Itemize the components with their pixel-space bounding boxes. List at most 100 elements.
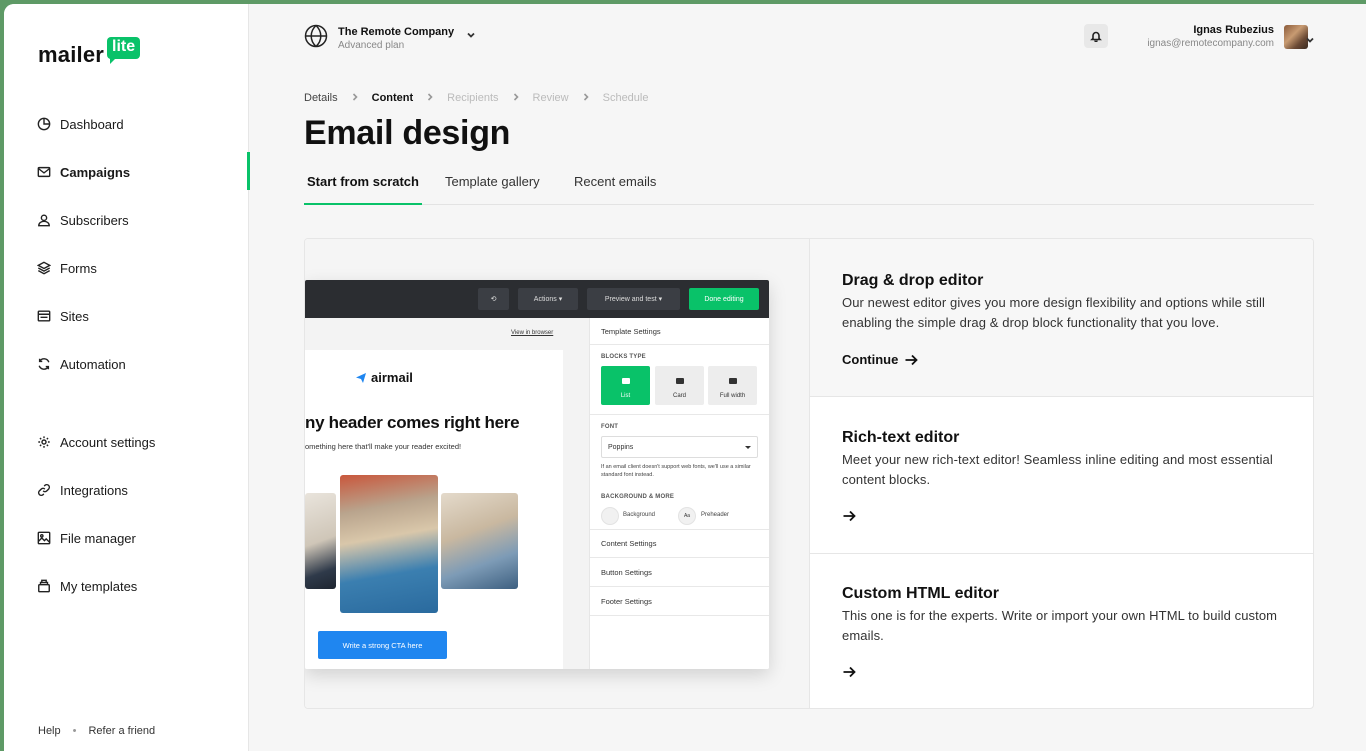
sidebar-item-integrations[interactable]: Integrations bbox=[4, 475, 249, 505]
mock-block-list-label: List bbox=[620, 393, 631, 399]
mock-view-in-browser: View in browser bbox=[511, 330, 554, 336]
mock-canvas: View in browser airmail ny header comes … bbox=[305, 318, 589, 669]
option-rich-text-editor[interactable]: Rich-text editor Meet your new rich-text… bbox=[810, 396, 1313, 553]
page-title: Email design bbox=[304, 114, 511, 152]
notifications-button[interactable] bbox=[1084, 24, 1108, 48]
globe-icon bbox=[304, 24, 328, 53]
user-email: ignas@remotecompany.com bbox=[1147, 38, 1274, 49]
chevron-down-icon bbox=[466, 27, 476, 45]
option-description: Meet your new rich-text editor! Seamless… bbox=[842, 452, 1273, 487]
breadcrumb-recipients: Recipients bbox=[447, 92, 499, 104]
custom-html-arrow-button[interactable] bbox=[842, 665, 856, 679]
paper-plane-icon bbox=[356, 372, 366, 383]
mock-photo-center bbox=[340, 475, 438, 613]
mock-preview-button: Preview and test ▾ bbox=[587, 288, 680, 310]
mock-actions-label: Actions bbox=[533, 295, 557, 303]
sidebar-item-label: Account settings bbox=[60, 434, 156, 450]
app-window: mailer lite Dashboard Campaigns Subscrib… bbox=[4, 4, 1366, 751]
option-title: Rich-text editor bbox=[842, 429, 960, 446]
user-menu[interactable]: Ignas Rubezius ignas@remotecompany.com bbox=[1147, 24, 1308, 49]
option-custom-html-editor[interactable]: Custom HTML editor This one is for the e… bbox=[810, 553, 1313, 708]
account-switcher[interactable]: The Remote Company Advanced plan bbox=[304, 24, 476, 53]
mock-toolbar: ⟲ Actions ▾ Preview and test ▾ Done edit… bbox=[305, 280, 769, 318]
tab-recent-emails[interactable]: Recent emails bbox=[574, 170, 656, 205]
org-name: The Remote Company bbox=[338, 26, 455, 38]
user-icon bbox=[37, 213, 51, 227]
option-description: Our newest editor gives you more design … bbox=[842, 295, 1265, 330]
sidebar-item-subscribers[interactable]: Subscribers bbox=[4, 205, 249, 235]
mock-font-label: FONT bbox=[601, 424, 619, 430]
option-description: This one is for the experts. Write or im… bbox=[842, 608, 1278, 643]
mock-block-list: List bbox=[601, 366, 650, 405]
link-icon bbox=[37, 483, 51, 497]
mock-template-settings: Template Settings bbox=[590, 318, 769, 345]
refer-a-friend-link[interactable]: Refer a friend bbox=[88, 725, 155, 737]
sidebar-item-my-templates[interactable]: My templates bbox=[4, 571, 249, 601]
mock-content-settings: Content Settings bbox=[590, 529, 769, 558]
sidebar-item-forms[interactable]: Forms bbox=[4, 253, 249, 283]
mock-email-subtext: omething here that'll make your reader e… bbox=[305, 442, 462, 451]
arrow-right-icon bbox=[905, 354, 919, 365]
breadcrumb-schedule: Schedule bbox=[602, 92, 649, 104]
breadcrumb-details[interactable]: Details bbox=[304, 92, 338, 104]
design-tabs: Start from scratch Template gallery Rece… bbox=[304, 170, 1314, 205]
layers-icon bbox=[37, 261, 51, 275]
help-link[interactable]: Help bbox=[38, 725, 61, 737]
rich-text-arrow-button[interactable] bbox=[842, 509, 856, 523]
bell-icon bbox=[1090, 30, 1102, 42]
mock-preview-label: Preview and test bbox=[604, 295, 657, 303]
mail-icon bbox=[37, 165, 51, 179]
mock-preheader-swatch: Aa bbox=[678, 507, 696, 525]
tab-template-gallery[interactable]: Template gallery bbox=[445, 170, 540, 205]
option-drag-drop-editor[interactable]: Drag & drop editor Our newest editor giv… bbox=[810, 239, 1313, 396]
mock-block-card-label: Card bbox=[672, 393, 686, 399]
option-title: Drag & drop editor bbox=[842, 272, 984, 289]
sidebar-item-dashboard[interactable]: Dashboard bbox=[4, 109, 249, 139]
mock-brand: airmail bbox=[355, 370, 413, 385]
sidebar-item-label: Forms bbox=[60, 260, 97, 276]
chevron-right-icon bbox=[351, 92, 359, 104]
sidebar-footer: Help • Refer a friend bbox=[38, 725, 155, 737]
mock-block-full-width-label: Full width bbox=[719, 393, 746, 399]
breadcrumb-content: Content bbox=[371, 92, 414, 104]
editor-choice-panel: ⟲ Actions ▾ Preview and test ▾ Done edit… bbox=[304, 238, 1314, 709]
mock-background-label: BACKGROUND & MORE bbox=[601, 494, 675, 500]
editor-mockup: ⟲ Actions ▾ Preview and test ▾ Done edit… bbox=[305, 280, 769, 669]
mock-font-select: Poppins bbox=[601, 436, 758, 458]
chevron-right-icon bbox=[426, 92, 434, 104]
mock-background-text: Background bbox=[623, 512, 656, 518]
user-name: Ignas Rubezius bbox=[1193, 24, 1274, 36]
chevron-right-icon bbox=[582, 92, 590, 104]
mock-email-body: airmail ny header comes right here ometh… bbox=[305, 350, 563, 669]
mailerlite-logo[interactable]: mailer lite bbox=[38, 37, 141, 68]
sidebar-item-account-settings[interactable]: Account settings bbox=[4, 427, 249, 457]
image-icon bbox=[37, 531, 51, 545]
mock-brand-label: airmail bbox=[371, 370, 413, 385]
logo-word: mailer bbox=[38, 42, 105, 67]
undo-icon: ⟲ bbox=[478, 288, 509, 310]
continue-label: Continue bbox=[842, 352, 899, 367]
tab-start-from-scratch[interactable]: Start from scratch bbox=[304, 170, 422, 205]
sidebar-item-label: Integrations bbox=[60, 482, 128, 498]
sidebar-item-file-manager[interactable]: File manager bbox=[4, 523, 249, 553]
sidebar-item-label: Dashboard bbox=[60, 116, 124, 132]
mock-preheader-text: Preheader bbox=[701, 512, 730, 518]
sidebar-item-automation[interactable]: Automation bbox=[4, 349, 249, 379]
mock-done-button: Done editing bbox=[689, 288, 759, 310]
sidebar-item-sites[interactable]: Sites bbox=[4, 301, 249, 331]
user-menu-chevron-down-icon[interactable] bbox=[1305, 32, 1315, 50]
browser-icon bbox=[37, 309, 51, 323]
editor-preview: ⟲ Actions ▾ Preview and test ▾ Done edit… bbox=[305, 239, 810, 708]
sidebar-item-label: Subscribers bbox=[60, 212, 129, 228]
mock-email-heading: ny header comes right here bbox=[305, 413, 520, 432]
editor-options: Drag & drop editor Our newest editor giv… bbox=[810, 239, 1313, 708]
org-plan: Advanced plan bbox=[338, 40, 405, 51]
sidebar-item-label: Automation bbox=[60, 356, 126, 372]
continue-button[interactable]: Continue bbox=[842, 352, 919, 367]
mock-photo-right bbox=[441, 493, 518, 589]
chevron-right-icon bbox=[512, 92, 520, 104]
mock-block-full-width: Full width bbox=[708, 366, 757, 405]
sidebar-item-campaigns[interactable]: Campaigns bbox=[4, 152, 250, 190]
arrow-right-icon bbox=[843, 666, 856, 678]
arrow-right-icon bbox=[843, 510, 856, 522]
